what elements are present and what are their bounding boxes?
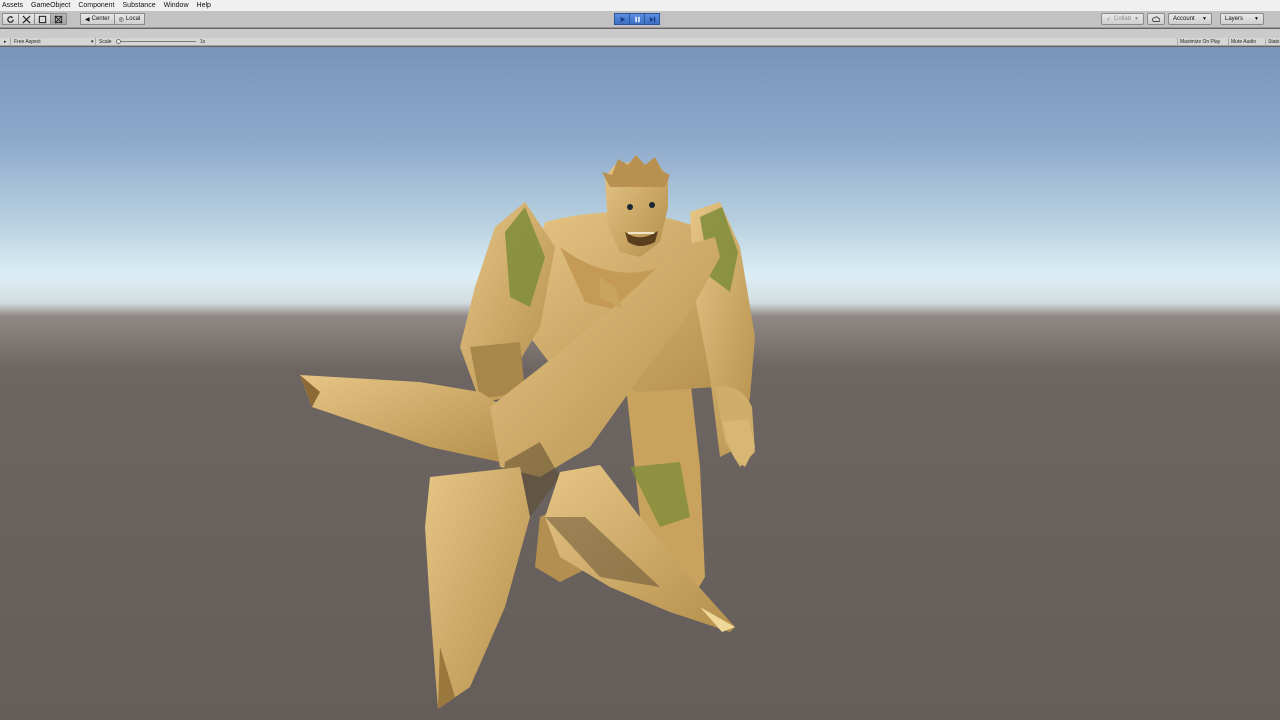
pause-icon — [634, 16, 640, 22]
step-button[interactable] — [644, 13, 660, 25]
collab-check-icon: ✓ — [1106, 16, 1112, 23]
divider — [95, 38, 96, 46]
transform-icon — [54, 15, 63, 23]
menu-component[interactable]: Component — [78, 0, 114, 11]
aspect-dropdown-caret[interactable]: ▾ — [91, 39, 94, 45]
unity-editor-window: Assets GameObject Component Substance Wi… — [0, 0, 1280, 720]
chevron-down-icon: ▼ — [1254, 16, 1259, 22]
step-icon — [649, 16, 655, 22]
maximize-on-play-toggle[interactable]: Maximize On Play — [1177, 38, 1222, 46]
giant-eye-right — [649, 202, 655, 208]
display-dropdown-icon[interactable]: ▸ — [4, 39, 7, 45]
game-view-controls: ▸ Free Aspect ▾ Scale 1x Maximize On Pla… — [0, 38, 1280, 46]
transform-tool-button[interactable] — [50, 13, 67, 25]
chevron-down-icon: ▼ — [1134, 16, 1139, 22]
pivot-center-label: Center — [91, 16, 110, 22]
game-view-tab-strip — [0, 29, 1280, 38]
account-dropdown[interactable]: Account ▼ — [1168, 13, 1212, 25]
rect-icon — [38, 15, 47, 23]
menu-help[interactable]: Help — [197, 0, 211, 11]
layers-dropdown[interactable]: Layers ▼ — [1220, 13, 1264, 25]
refresh-icon — [7, 15, 14, 23]
pivot-center-button[interactable]: ◀ Center — [80, 13, 115, 25]
move-tool-button[interactable] — [18, 13, 35, 25]
pivot-toggles: ◀ Center ◎ Local — [80, 13, 146, 25]
pivot-local-button[interactable]: ◎ Local — [113, 13, 146, 25]
rect-tool-button[interactable] — [34, 13, 51, 25]
divider — [10, 38, 11, 46]
play-button[interactable] — [614, 13, 630, 25]
stats-toggle[interactable]: Stats — [1265, 38, 1280, 46]
scale-value: 1x — [200, 39, 206, 45]
chevron-down-icon: ▼ — [1202, 16, 1207, 22]
game-viewport[interactable] — [0, 47, 1280, 720]
giant-eye-left — [627, 204, 633, 210]
aspect-dropdown[interactable]: Free Aspect — [14, 39, 41, 45]
play-controls — [614, 13, 660, 25]
rotate-tool-button[interactable] — [2, 13, 19, 25]
menu-assets[interactable]: Assets — [2, 0, 23, 11]
pivot-local-label: Local — [125, 16, 141, 22]
mute-audio-toggle[interactable]: Mute Audio — [1228, 38, 1258, 46]
cloud-icon — [1152, 16, 1160, 22]
scale-label: Scale — [99, 39, 112, 45]
menu-gameobject[interactable]: GameObject — [31, 0, 70, 11]
move-icon — [22, 14, 31, 24]
pivot-icon: ◀ — [85, 16, 90, 23]
pause-button[interactable] — [629, 13, 645, 25]
play-icon — [620, 16, 625, 22]
menu-window[interactable]: Window — [164, 0, 189, 11]
menu-bar: Assets GameObject Component Substance Wi… — [0, 0, 1280, 11]
menu-substance[interactable]: Substance — [123, 0, 156, 11]
transform-tools — [2, 13, 67, 25]
scale-slider-handle[interactable] — [116, 39, 121, 44]
account-label: Account — [1173, 16, 1195, 22]
local-icon: ◎ — [118, 16, 124, 23]
scale-slider-track[interactable] — [118, 41, 196, 42]
collab-label: Collab — [1114, 16, 1132, 22]
main-toolbar: ◀ Center ◎ Local ✓ Collab ▼ Account ▼ La… — [0, 11, 1280, 28]
layers-label: Layers — [1225, 16, 1244, 22]
tree-giant-character-render — [300, 155, 755, 709]
collab-dropdown[interactable]: ✓ Collab ▼ — [1101, 13, 1144, 25]
cloud-button[interactable] — [1147, 13, 1165, 25]
